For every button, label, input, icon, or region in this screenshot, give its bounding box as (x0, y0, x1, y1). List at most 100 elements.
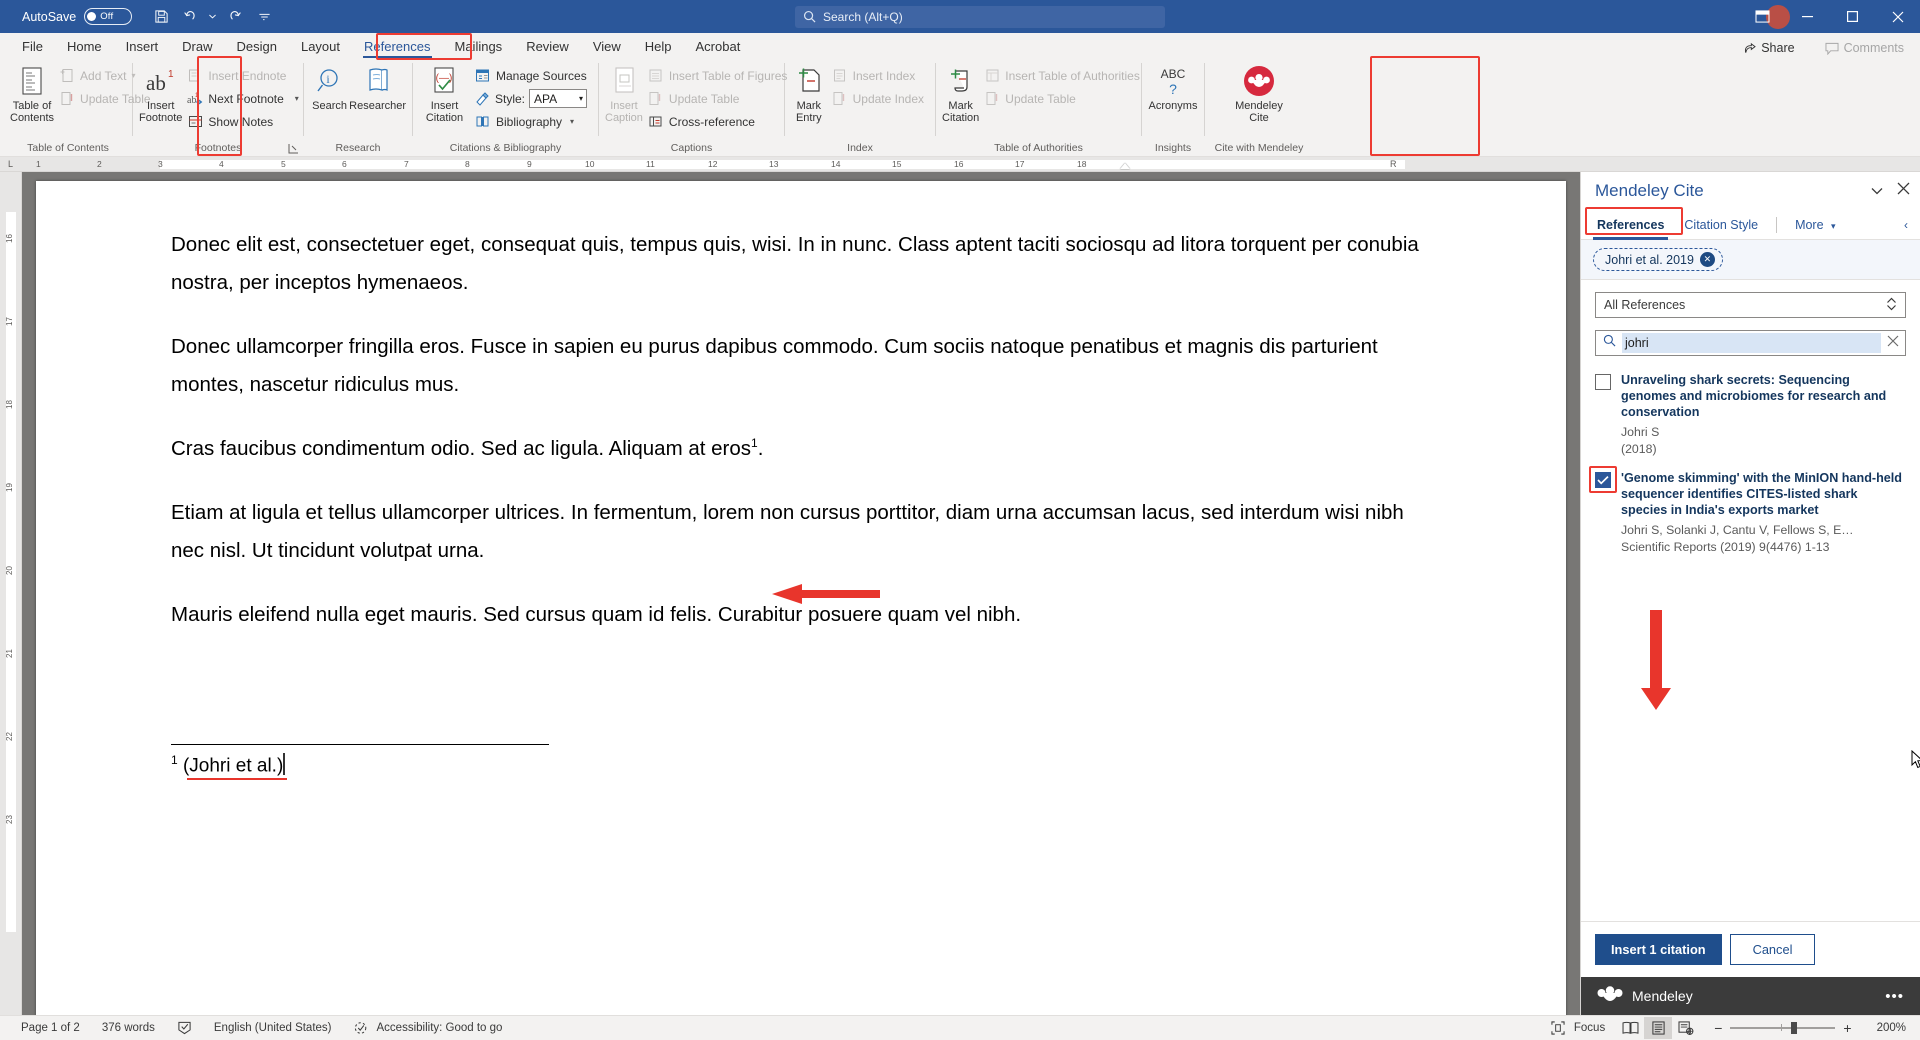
paragraph[interactable]: Etiam at ligula et tellus ullamcorper ul… (171, 494, 1431, 570)
paragraph[interactable]: Donec ullamcorper fringilla eros. Fusce … (171, 328, 1431, 404)
ribbon-display-options-icon[interactable] (1740, 0, 1785, 33)
status-language[interactable]: English (United States) (203, 1022, 343, 1034)
insert-citation-submit-button[interactable]: Insert 1 citation (1595, 934, 1722, 965)
reference-title[interactable]: Unraveling shark secrets: Sequencing gen… (1621, 372, 1906, 420)
reference-checkbox[interactable] (1595, 374, 1611, 390)
paragraph-with-footnote[interactable]: Cras faucibus condimentum odio. Sed ac l… (171, 430, 1431, 468)
save-icon[interactable] (146, 3, 176, 31)
library-filter-select[interactable]: All References (1595, 292, 1906, 318)
minimize-button[interactable] (1785, 0, 1830, 33)
zoom-level-label[interactable]: 200% (1866, 1022, 1910, 1034)
customize-quick-access-icon[interactable] (249, 3, 279, 31)
tab-mailings[interactable]: Mailings (443, 35, 515, 59)
update-table-authorities-button[interactable]: Update Table (979, 88, 1145, 109)
undo-dropdown-icon[interactable] (206, 3, 219, 31)
cancel-button[interactable]: Cancel (1729, 934, 1816, 965)
vertical-ruler[interactable]: 16 17 18 19 20 21 22 23 (0, 172, 22, 1015)
tab-acrobat[interactable]: Acrobat (684, 35, 753, 59)
tab-file[interactable]: File (10, 35, 55, 59)
document-canvas[interactable]: Donec elit est, consectetuer eget, conse… (22, 172, 1580, 1015)
paragraph[interactable]: Donec elit est, consectetuer eget, conse… (171, 226, 1431, 302)
tab-layout[interactable]: Layout (289, 35, 352, 59)
proofing-icon[interactable] (166, 1021, 203, 1035)
remove-citation-icon[interactable]: ✕ (1699, 252, 1715, 267)
footnote-citation-text[interactable]: (Johri et al.) (183, 755, 283, 776)
zoom-track[interactable] (1730, 1022, 1836, 1035)
tab-references[interactable]: References (352, 35, 442, 59)
focus-mode-button[interactable]: Focus (1540, 1021, 1616, 1035)
ruler-left-marker[interactable]: L (8, 159, 13, 169)
chevron-down-icon[interactable]: ▾ (295, 94, 299, 103)
search-input[interactable]: Search (Alt+Q) (795, 5, 1165, 28)
footnote-reference-marker[interactable]: 1 (751, 436, 758, 450)
list-item[interactable]: Unraveling shark secrets: Sequencing gen… (1595, 372, 1906, 456)
clear-search-icon[interactable] (1887, 334, 1899, 352)
status-page[interactable]: Page 1 of 2 (10, 1022, 91, 1034)
close-button[interactable] (1875, 0, 1920, 33)
manage-sources-button[interactable]: Manage Sources (470, 65, 592, 86)
insert-index-button[interactable]: Insert Index (827, 65, 929, 86)
style-select[interactable]: APA ▾ (529, 89, 587, 108)
tab-review[interactable]: Review (514, 35, 581, 59)
zoom-in-icon[interactable]: + (1835, 1020, 1859, 1036)
zoom-slider[interactable]: − + (1706, 1020, 1859, 1036)
insert-table-of-figures-button[interactable]: Insert Table of Figures (643, 65, 793, 86)
pane-tab-citation-style[interactable]: Citation Style (1676, 211, 1766, 239)
list-item[interactable]: 'Genome skimming' with the MinION hand-h… (1589, 466, 1906, 554)
read-mode-button[interactable] (1616, 1017, 1644, 1039)
search-input-value[interactable]: johri (1622, 333, 1881, 353)
zoom-out-icon[interactable]: − (1706, 1020, 1730, 1036)
ruler-indent-marker[interactable] (1120, 163, 1130, 169)
next-footnote-button[interactable]: ab 1 Next Footnote ▾ (182, 88, 303, 109)
reference-title[interactable]: 'Genome skimming' with the MinION hand-h… (1621, 470, 1906, 518)
update-index-button[interactable]: Update Index (827, 88, 929, 109)
autosave-toggle[interactable]: Off (84, 8, 133, 25)
bibliography-button[interactable]: Bibliography ▾ (470, 111, 592, 132)
cross-reference-button[interactable]: Cross-reference (643, 111, 793, 132)
insert-caption-button[interactable]: Insert Caption (605, 62, 643, 124)
zoom-thumb[interactable] (1791, 1022, 1798, 1035)
table-of-contents-button[interactable]: Table of Contents (10, 62, 54, 124)
acronyms-button[interactable]: ABC? Acronyms (1148, 62, 1198, 112)
status-word-count[interactable]: 376 words (91, 1022, 166, 1034)
footnotes-dialog-launcher[interactable] (288, 143, 300, 155)
tab-draw[interactable]: Draw (170, 35, 224, 59)
comments-button[interactable]: Comments (1817, 39, 1912, 57)
web-layout-button[interactable] (1672, 1017, 1700, 1039)
undo-icon[interactable] (176, 3, 206, 31)
print-layout-button[interactable] (1644, 1017, 1673, 1039)
insert-footnote-button[interactable]: ab 1 Insert Footnote (139, 62, 182, 124)
footnote-entry[interactable]: 1 (Johri et al.) (171, 753, 287, 781)
pane-tab-references[interactable]: References (1589, 211, 1672, 240)
pane-collapse-icon[interactable]: ‹ (1896, 213, 1916, 237)
horizontal-ruler[interactable]: 1 2 3 4 5 6 7 8 9 10 11 12 13 14 15 16 1… (0, 157, 1920, 172)
pane-tab-more[interactable]: More ▾ (1787, 211, 1844, 239)
pane-close-icon[interactable] (1897, 182, 1910, 200)
pane-options-chevron-down-icon[interactable] (1871, 182, 1883, 200)
ruler-right-marker[interactable]: R (1390, 159, 1397, 169)
reference-checkbox[interactable] (1595, 472, 1611, 488)
researcher-button[interactable]: Researcher (349, 62, 406, 112)
tab-design[interactable]: Design (225, 35, 289, 59)
status-accessibility[interactable]: Accessibility: Good to go (343, 1021, 514, 1035)
tab-insert[interactable]: Insert (114, 35, 171, 59)
insert-endnote-button[interactable]: Insert Endnote (182, 65, 303, 86)
show-notes-button[interactable]: Show Notes (182, 111, 303, 132)
mendeley-cite-button[interactable]: Mendeley Cite (1219, 62, 1299, 124)
reference-search-field[interactable]: johri (1595, 330, 1906, 356)
insert-table-of-authorities-button[interactable]: Insert Table of Authorities (979, 65, 1145, 86)
footer-more-options-icon[interactable]: ••• (1885, 988, 1904, 1005)
mark-citation-button[interactable]: Mark Citation (942, 62, 979, 124)
selected-citation-chip[interactable]: Johri et al. 2019 ✕ (1593, 248, 1723, 271)
tab-help[interactable]: Help (633, 35, 684, 59)
redo-icon[interactable] (219, 3, 249, 31)
maximize-button[interactable] (1830, 0, 1875, 33)
tab-view[interactable]: View (581, 35, 633, 59)
update-table-figures-button[interactable]: Update Table (643, 88, 793, 109)
citation-style-control[interactable]: Style: APA ▾ (470, 88, 592, 109)
search-researcher-search-button[interactable]: i Search (310, 62, 349, 112)
insert-citation-button[interactable]: (—) Insert Citation (419, 62, 470, 124)
mark-entry-button[interactable]: Mark Entry (791, 62, 827, 124)
tab-home[interactable]: Home (55, 35, 114, 59)
share-button[interactable]: Share (1734, 39, 1802, 57)
